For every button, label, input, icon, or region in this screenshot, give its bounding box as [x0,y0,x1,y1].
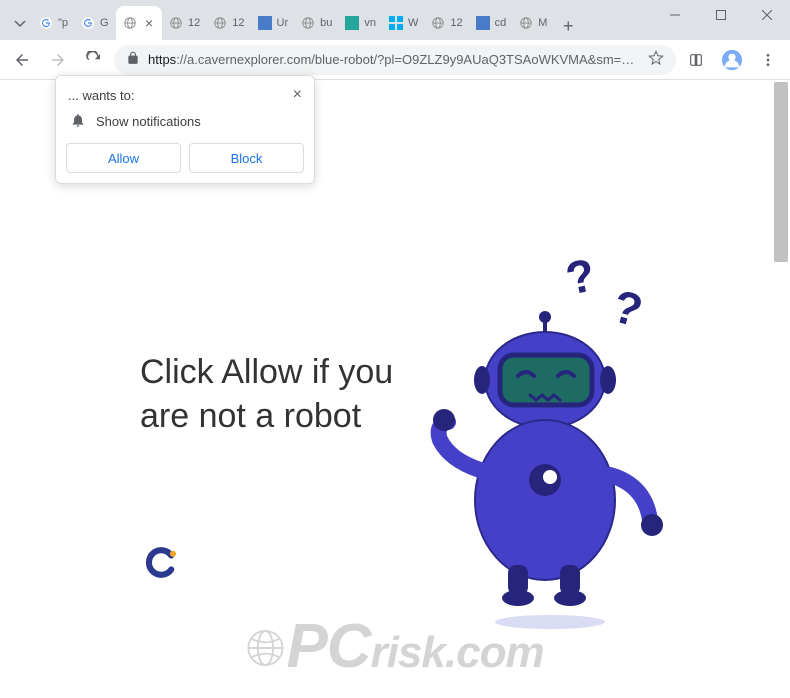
globe-icon [122,15,138,31]
windows-icon [388,15,404,31]
address-bar[interactable]: https://a.cavernexplorer.com/blue-robot/… [114,45,676,75]
profile-button[interactable] [716,44,748,76]
globe-icon [430,15,446,31]
pcrisk-watermark: PCrisk.com [246,611,543,682]
new-tab-button[interactable]: + [554,12,582,40]
site-icon [257,15,273,31]
notification-permission-prompt: ... wants to: × Show notifications Allow… [55,75,315,184]
tab-0[interactable]: "p [32,6,74,40]
svg-text:?: ? [607,279,648,337]
tab-label: W [408,17,418,29]
maximize-button[interactable] [698,0,744,30]
globe-icon [246,629,284,667]
browser-titlebar: "p G × 12 12 Ur bu vn W 12 cd M [0,0,790,40]
tab-label: Ur [277,17,289,29]
tab-4[interactable]: 12 [206,6,250,40]
tab-label: M [538,17,547,29]
tab-label: 12 [232,17,244,29]
tab-11[interactable]: M [512,6,554,40]
tab-label: 12 [188,17,200,29]
globe-icon [518,15,534,31]
tab-3[interactable]: 12 [162,6,206,40]
back-button[interactable] [6,44,38,76]
extensions-button[interactable] [680,44,712,76]
tab-search-icon[interactable] [8,8,32,40]
tab-10[interactable]: cd [469,6,513,40]
watermark-pc: PC [286,611,370,682]
minimize-button[interactable] [652,0,698,30]
site-icon [475,15,491,31]
tab-label: G [100,17,109,29]
allow-button[interactable]: Allow [66,143,181,173]
google-icon [38,15,54,31]
bookmark-star-icon[interactable] [648,50,664,69]
tab-9[interactable]: 12 [424,6,468,40]
robot-illustration: ? ? [400,250,680,630]
close-icon[interactable]: × [293,86,302,104]
headline-text: Click Allow if you are not a robot [140,350,400,438]
google-icon [80,15,96,31]
window-controls [652,0,790,40]
tab-label: vn [364,17,376,29]
tab-7[interactable]: vn [338,6,382,40]
notification-body: Show notifications [96,114,201,129]
url-text: https://a.cavernexplorer.com/blue-robot/… [148,52,640,67]
forward-button[interactable] [42,44,74,76]
scrollbar-thumb[interactable] [774,82,788,262]
watermark-rest: risk.com [371,628,544,678]
tab-label: bu [320,17,332,29]
tab-label: cd [495,17,507,29]
bell-icon [70,112,86,131]
tab-label: "p [58,17,68,29]
close-icon[interactable]: × [142,16,156,30]
tab-2-active[interactable]: × [116,6,162,40]
lock-icon [126,51,140,68]
reload-button[interactable] [78,44,110,76]
tab-6[interactable]: bu [294,6,338,40]
tab-8[interactable]: W [382,6,424,40]
block-button[interactable]: Block [189,143,304,173]
c-logo-icon [145,545,185,585]
globe-icon [168,15,184,31]
tab-label: 12 [450,17,462,29]
svg-text:?: ? [561,250,599,305]
tab-5[interactable]: Ur [251,6,295,40]
notification-title: ... wants to: [68,88,134,103]
browser-toolbar: https://a.cavernexplorer.com/blue-robot/… [0,40,790,80]
site-icon [344,15,360,31]
globe-icon [212,15,228,31]
tab-1[interactable]: G [74,6,116,40]
globe-icon [300,15,316,31]
menu-button[interactable] [752,44,784,76]
close-window-button[interactable] [744,0,790,30]
